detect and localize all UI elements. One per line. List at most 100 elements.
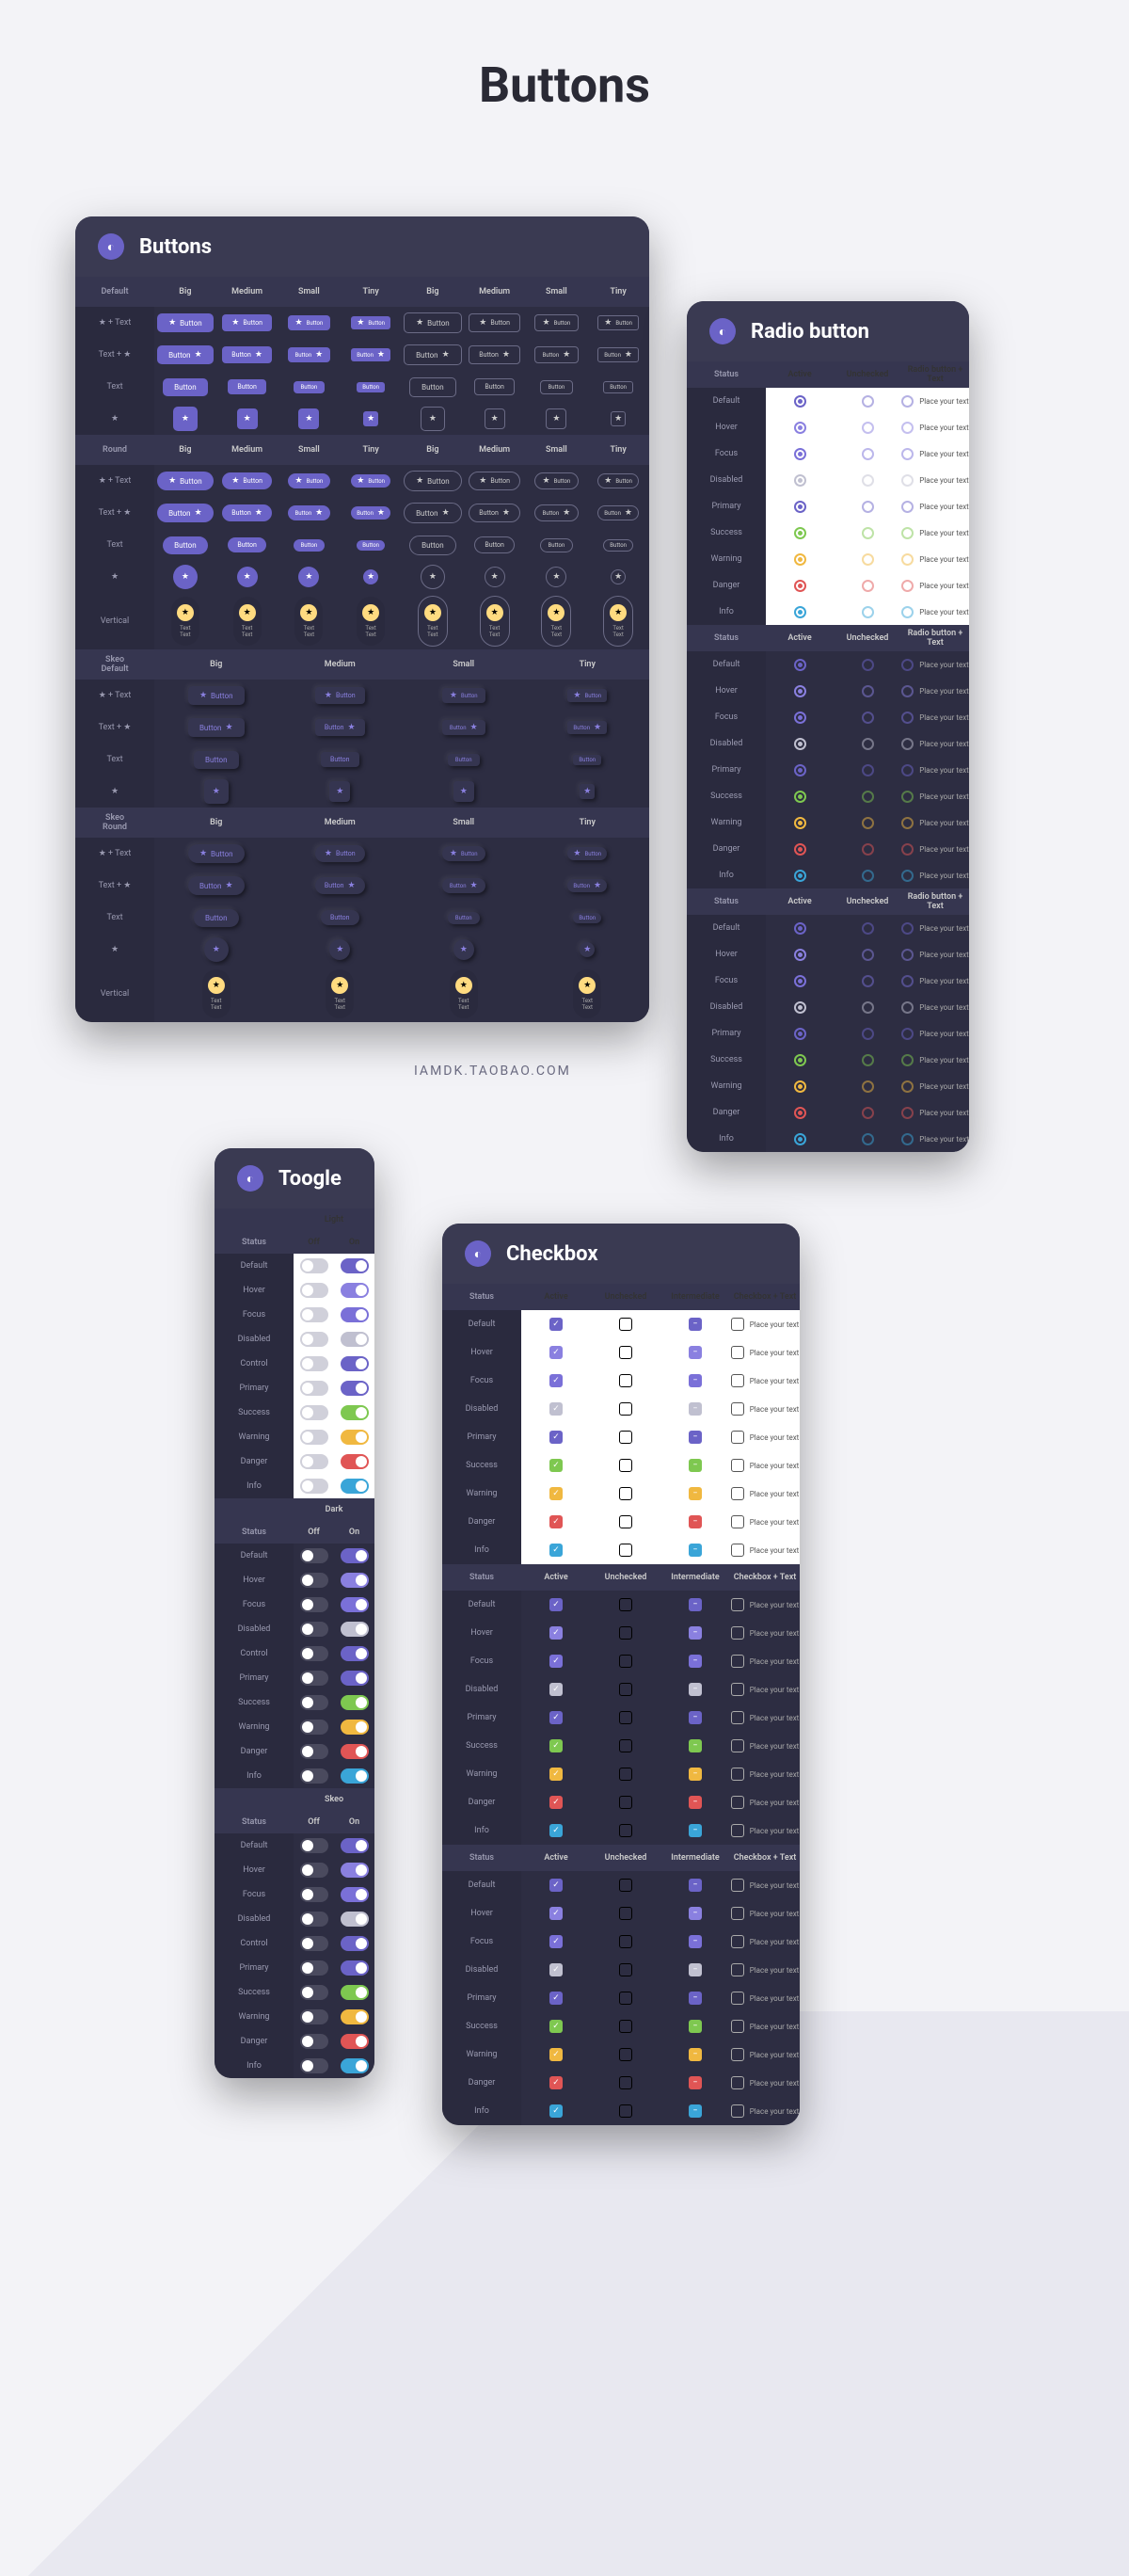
button[interactable]: ★	[421, 565, 445, 589]
radio-unchecked[interactable]	[862, 395, 874, 408]
radio-with-text[interactable]: Place your text	[901, 685, 969, 697]
checkbox-unchecked[interactable]	[619, 1711, 632, 1724]
radio-unchecked[interactable]	[862, 501, 874, 513]
button[interactable]: Button★	[157, 504, 214, 522]
toggle-off[interactable]	[300, 2058, 328, 2073]
button[interactable]: ★	[363, 411, 378, 426]
button[interactable]: Button	[474, 536, 515, 553]
radio-active[interactable]	[794, 553, 806, 566]
button[interactable]: Button★	[469, 504, 520, 522]
button[interactable]: ★Button	[157, 472, 214, 490]
toggle-on[interactable]	[341, 1863, 369, 1878]
toggle-off[interactable]	[300, 1479, 328, 1494]
checkbox-intermediate[interactable]: −	[689, 1963, 702, 1976]
radio-active[interactable]	[794, 843, 806, 856]
button[interactable]: ★	[611, 569, 626, 584]
button[interactable]: Button	[321, 910, 359, 925]
checkbox-with-text[interactable]: Place your text	[731, 2104, 800, 2118]
toggle-on[interactable]	[341, 1381, 369, 1396]
checkbox-intermediate[interactable]: −	[689, 1402, 702, 1416]
radio-with-text[interactable]: Place your text	[901, 659, 969, 671]
button[interactable]: ★Button	[442, 688, 485, 703]
toggle-on[interactable]	[341, 1454, 369, 1469]
toggle-on[interactable]	[341, 1573, 369, 1588]
radio-unchecked[interactable]	[862, 975, 874, 987]
radio-unchecked[interactable]	[862, 527, 874, 539]
radio-with-text[interactable]: Place your text	[901, 1107, 969, 1119]
radio-active[interactable]	[794, 949, 806, 961]
toggle-on[interactable]	[341, 1985, 369, 2000]
checkbox-with-text[interactable]: Place your text	[731, 2048, 800, 2061]
toggle-off[interactable]	[300, 1646, 328, 1661]
checkbox-intermediate[interactable]: −	[689, 1768, 702, 1781]
radio-unchecked[interactable]	[862, 606, 874, 618]
button[interactable]: ★Button	[288, 315, 331, 330]
checkbox-unchecked[interactable]	[619, 1963, 632, 1976]
toggle-on[interactable]	[341, 1720, 369, 1735]
checkbox-unchecked[interactable]	[619, 1907, 632, 1920]
button[interactable]: ★	[611, 411, 626, 426]
toggle-off[interactable]	[300, 1258, 328, 1273]
checkbox-with-text[interactable]: Place your text	[731, 1544, 800, 1557]
toggle-on[interactable]	[341, 1960, 369, 1976]
button[interactable]: ★	[237, 567, 258, 587]
checkbox-active[interactable]: ✓	[549, 1598, 563, 1611]
radio-active[interactable]	[794, 474, 806, 487]
radio-active[interactable]	[794, 1107, 806, 1119]
button[interactable]: Button★	[404, 503, 462, 523]
checkbox-with-text[interactable]: Place your text	[731, 1655, 800, 1668]
toggle-off[interactable]	[300, 1548, 328, 1563]
button[interactable]: Button	[448, 754, 480, 766]
checkbox-intermediate[interactable]: −	[689, 1655, 702, 1668]
checkbox-with-text[interactable]: Place your text	[731, 2076, 800, 2089]
checkbox-intermediate[interactable]: −	[689, 1598, 702, 1611]
button[interactable]: Button	[540, 538, 574, 552]
button[interactable]: ★Button	[288, 473, 331, 488]
checkbox-active[interactable]: ✓	[549, 1459, 563, 1472]
checkbox-unchecked[interactable]	[619, 1402, 632, 1416]
radio-with-text[interactable]: Place your text	[901, 448, 969, 460]
toggle-on[interactable]	[341, 1356, 369, 1371]
button[interactable]: ★	[546, 408, 566, 429]
toggle-on[interactable]	[341, 1838, 369, 1853]
radio-unchecked[interactable]	[862, 474, 874, 487]
radio-unchecked[interactable]	[862, 659, 874, 671]
button[interactable]: ★Button	[351, 316, 390, 329]
radio-with-text[interactable]: Place your text	[901, 395, 969, 408]
vertical-button[interactable]: ★TextText	[573, 969, 601, 1018]
toggle-on[interactable]	[341, 1548, 369, 1563]
button[interactable]: Button	[540, 380, 574, 394]
button[interactable]: Button★	[534, 504, 580, 521]
checkbox-intermediate[interactable]: −	[689, 1626, 702, 1640]
checkbox-intermediate[interactable]: −	[689, 1459, 702, 1472]
toggle-off[interactable]	[300, 1695, 328, 1710]
radio-active[interactable]	[794, 1133, 806, 1145]
button[interactable]: ★Button	[188, 844, 245, 863]
radio-with-text[interactable]: Place your text	[901, 553, 969, 566]
radio-unchecked[interactable]	[862, 922, 874, 935]
radio-with-text[interactable]: Place your text	[901, 1028, 969, 1040]
radio-unchecked[interactable]	[862, 1107, 874, 1119]
button[interactable]: Button★	[188, 718, 245, 737]
toggle-off[interactable]	[300, 1283, 328, 1298]
checkbox-with-text[interactable]: Place your text	[731, 1598, 800, 1611]
toggle-off[interactable]	[300, 2034, 328, 2049]
radio-with-text[interactable]: Place your text	[901, 791, 969, 803]
button[interactable]: ★	[580, 942, 595, 957]
radio-active[interactable]	[794, 1080, 806, 1093]
checkbox-with-text[interactable]: Place your text	[731, 1459, 800, 1472]
checkbox-intermediate[interactable]: −	[689, 1431, 702, 1444]
radio-unchecked[interactable]	[862, 1133, 874, 1145]
radio-active[interactable]	[794, 1001, 806, 1014]
checkbox-active[interactable]: ✓	[549, 1683, 563, 1696]
radio-active[interactable]	[794, 922, 806, 935]
button[interactable]: ★Button	[188, 686, 245, 705]
checkbox-with-text[interactable]: Place your text	[731, 1963, 800, 1976]
button[interactable]: ★Button	[351, 474, 390, 488]
checkbox-unchecked[interactable]	[619, 1598, 632, 1611]
checkbox-intermediate[interactable]: −	[689, 1683, 702, 1696]
radio-unchecked[interactable]	[862, 553, 874, 566]
toggle-on[interactable]	[341, 1912, 369, 1927]
button[interactable]: Button	[409, 377, 456, 397]
radio-unchecked[interactable]	[862, 422, 874, 434]
